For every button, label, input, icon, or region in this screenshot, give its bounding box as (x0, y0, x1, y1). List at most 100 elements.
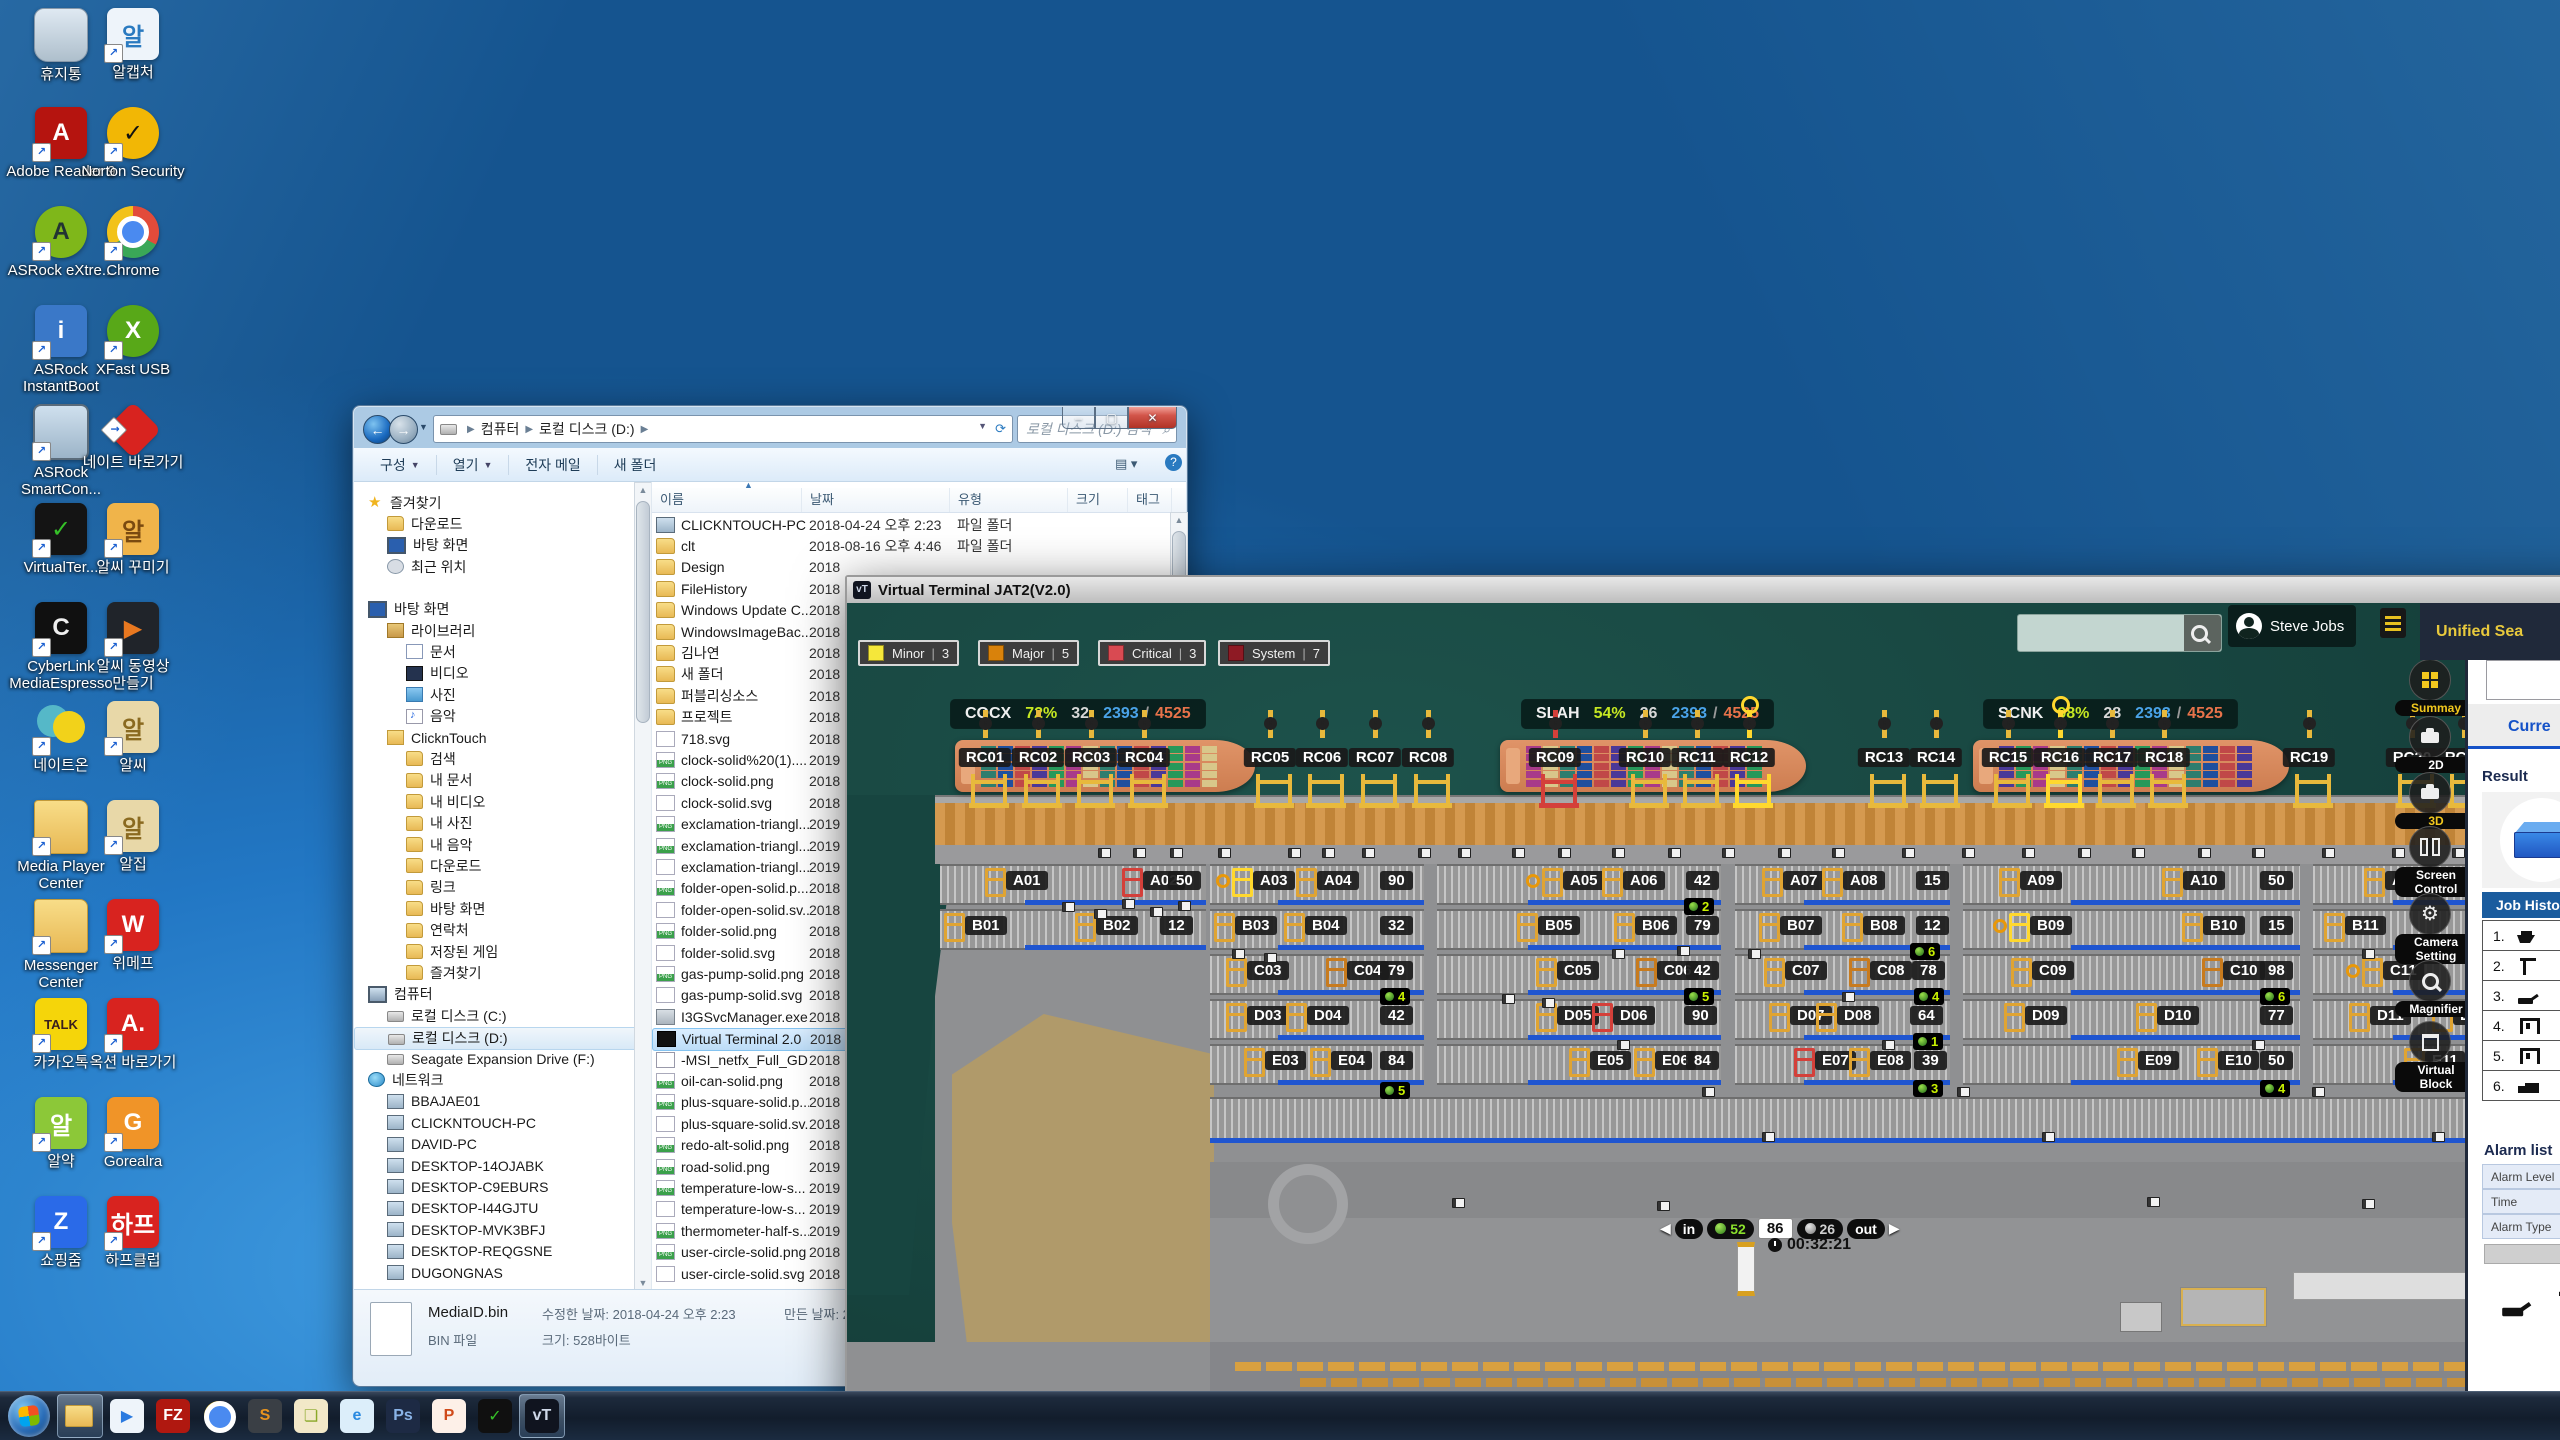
tab-current[interactable]: Curre (2508, 718, 2551, 736)
quay-crane-RC10[interactable]: ×RC10 (1623, 710, 1667, 812)
refresh-icon[interactable]: ⟳ (995, 421, 1006, 437)
tree-item-라이브러리[interactable]: 라이브러리 (354, 620, 650, 641)
rtg-crane-icon-B09[interactable] (2009, 913, 2030, 942)
tree-item-내-음악[interactable]: 내 음악 (354, 834, 650, 855)
quay-crane-RC13[interactable]: ×RC13 (1862, 710, 1906, 812)
yard-block-E10[interactable]: E10 (2218, 1051, 2259, 1070)
quay-crane-RC09[interactable]: ×RC09 (1533, 710, 1577, 812)
tree-item-Seagate-Expansion-Drive-F-[interactable]: Seagate Expansion Drive (F:) (354, 1048, 650, 1069)
yard-block-A05[interactable]: A05 (1563, 871, 1605, 890)
alarm-chip-major[interactable]: Major|5 (978, 640, 1079, 666)
column-header-4[interactable]: 태그 (1128, 488, 1172, 512)
job-row-5[interactable]: 5. (2482, 1040, 2560, 1071)
rtg-crane-icon-E08[interactable] (1849, 1048, 1870, 1077)
tree-item-다운로드[interactable]: 다운로드 (354, 513, 650, 534)
panel-gray-button[interactable] (2484, 1244, 2560, 1264)
rtg-crane-icon-E10[interactable] (2197, 1048, 2218, 1077)
quay-crane-RC19[interactable]: ×RC19 (2287, 710, 2331, 812)
tree-item-DESKTOP-REQGSNE[interactable]: DESKTOP-REQGSNE (354, 1241, 650, 1262)
rtg-crane-icon-D08[interactable] (1816, 1003, 1837, 1032)
rtg-crane-icon-A10[interactable] (2162, 868, 2183, 897)
tree-item-바탕-화면[interactable]: 바탕 화면 (354, 898, 650, 919)
taskbar-item-ie[interactable]: e (335, 1395, 379, 1437)
side-button-screen-control[interactable] (2409, 826, 2451, 868)
taskbar-item-sublime[interactable]: S (243, 1395, 287, 1437)
tree-item-CLICKNTOUCH-PC[interactable]: CLICKNTOUCH-PC (354, 1112, 650, 1133)
rtg-crane-icon-A04[interactable] (1296, 868, 1317, 897)
desktop-icon-auction-shortcut[interactable]: A.↗옥션 바로가기 (78, 998, 188, 1071)
yard-block-B07[interactable]: B07 (1780, 916, 1822, 935)
tree-item-내-비디오[interactable]: 내 비디오 (354, 791, 650, 812)
yard-block-C10[interactable]: C10 (2223, 961, 2265, 980)
yard-block-B05[interactable]: B05 (1538, 916, 1580, 935)
rtg-crane-icon-A01[interactable] (985, 868, 1006, 897)
job-row-4[interactable]: 4. (2482, 1010, 2560, 1041)
yard-block-D08[interactable]: D08 (1837, 1006, 1879, 1025)
side-button-camera-setting[interactable]: ⚙ (2409, 893, 2451, 935)
yard-block-A06[interactable]: A06 (1623, 871, 1665, 890)
rtg-crane-icon-D09[interactable] (2004, 1003, 2025, 1032)
desktop-icon-xfast-usb[interactable]: X↗XFast USB (78, 305, 188, 378)
tree-item-ClicknTouch[interactable]: ClicknTouch (354, 727, 650, 748)
taskbar-item-wmp[interactable]: ▶ (105, 1395, 149, 1437)
yard-block-B09[interactable]: B09 (2030, 916, 2072, 935)
views-icon[interactable]: ▤ ▾ (1115, 456, 1137, 472)
rtg-crane-icon-B01[interactable] (944, 913, 965, 942)
rtg-crane-icon-C05[interactable] (1536, 958, 1557, 987)
panel-search-input[interactable] (2486, 660, 2560, 700)
rtg-crane-icon-A05[interactable] (1542, 868, 1563, 897)
desktop-icon-chrome[interactable]: ↗Chrome (78, 206, 188, 279)
yard-block-A07[interactable]: A07 (1783, 871, 1825, 890)
yard-block-E03[interactable]: E03 (1265, 1051, 1306, 1070)
alarm-chip-minor[interactable]: Minor|3 (858, 640, 959, 666)
quay-crane-RC17[interactable]: ×RC17 (2090, 710, 2134, 812)
quay-crane-RC18[interactable]: ×RC18 (2142, 710, 2186, 812)
rtg-crane-icon-D04[interactable] (1286, 1003, 1307, 1032)
yard-block-D03[interactable]: D03 (1247, 1006, 1289, 1025)
yard-block-B10[interactable]: B10 (2203, 916, 2245, 935)
rtg-crane-icon-B10[interactable] (2182, 913, 2203, 942)
taskbar-item-photoshop[interactable]: Ps (381, 1395, 425, 1437)
tree-scrollbar[interactable]: ▲▼ (634, 482, 652, 1292)
close-button[interactable]: ✕ (1128, 407, 1177, 429)
vt-map[interactable]: A01A0250B01B021245A03A0490B03B0432C03C04… (847, 603, 2560, 1440)
user-chip[interactable]: Steve Jobs (2228, 605, 2356, 647)
taskbar-item-powerpoint[interactable]: P (427, 1395, 471, 1437)
yard-block-A04[interactable]: A04 (1317, 871, 1359, 890)
desktop-icon-alsee-decorate[interactable]: 알↗알씨 꾸미기 (78, 503, 188, 576)
rtg-crane-icon-C06[interactable] (1636, 958, 1657, 987)
desktop-icon-wemakeprice[interactable]: W↗위메프 (78, 899, 188, 972)
tree-item-내-사진[interactable]: 내 사진 (354, 813, 650, 834)
side-button-2d[interactable] (2409, 716, 2451, 758)
tree-item-즐겨찾기[interactable]: 즐겨찾기 (354, 962, 650, 983)
tree-item-바탕-화면[interactable]: 바탕 화면 (354, 599, 646, 620)
tree-item-사진[interactable]: 사진 (354, 684, 650, 705)
yard-block-B01[interactable]: B01 (965, 916, 1007, 935)
yard-block-E08[interactable]: E08 (1870, 1051, 1911, 1070)
rtg-crane-icon-A09[interactable] (1999, 868, 2020, 897)
taskbar-item-chrome[interactable] (197, 1395, 241, 1437)
job-row-3[interactable]: 3. (2482, 980, 2560, 1011)
gate-right-arrow[interactable]: ▶ (1889, 1220, 1900, 1237)
toolbar-new-folder[interactable]: 새 폴더 (602, 453, 669, 477)
rtg-crane-icon-C09[interactable] (2011, 958, 2032, 987)
alarm-filter-alarm-level[interactable]: Alarm Level (2482, 1164, 2560, 1189)
rtg-crane-icon-A02[interactable] (1122, 868, 1143, 897)
rtg-crane-icon-B07[interactable] (1759, 913, 1780, 942)
start-button[interactable] (8, 1395, 50, 1437)
taskbar-item-explorer[interactable] (57, 1394, 103, 1438)
rtg-crane-icon-A03[interactable] (1232, 868, 1253, 897)
taskbar-item-filezilla[interactable]: FZ (151, 1395, 195, 1437)
tree-item-연락처[interactable]: 연락처 (354, 920, 650, 941)
column-header-1[interactable]: 날짜 (802, 488, 950, 512)
yard-block-C07[interactable]: C07 (1785, 961, 1827, 980)
desktop-icon-alsee-video-maker[interactable]: ▶↗알씨 동영상 만들기 (78, 602, 188, 692)
yard-block-C08[interactable]: C08 (1870, 961, 1912, 980)
breadcrumb-computer[interactable]: 컴퓨터 (481, 419, 520, 439)
yard-block-B06[interactable]: B06 (1635, 916, 1677, 935)
quay-crane-RC15[interactable]: ×RC15 (1986, 710, 2030, 812)
desktop-icon-alzip[interactable]: 알↗알집 (78, 800, 188, 873)
tree-item-네트워크[interactable]: 네트워크 (354, 1069, 646, 1090)
yard-block-D04[interactable]: D04 (1307, 1006, 1349, 1025)
history-dropdown-icon[interactable]: ▼ (419, 422, 428, 432)
